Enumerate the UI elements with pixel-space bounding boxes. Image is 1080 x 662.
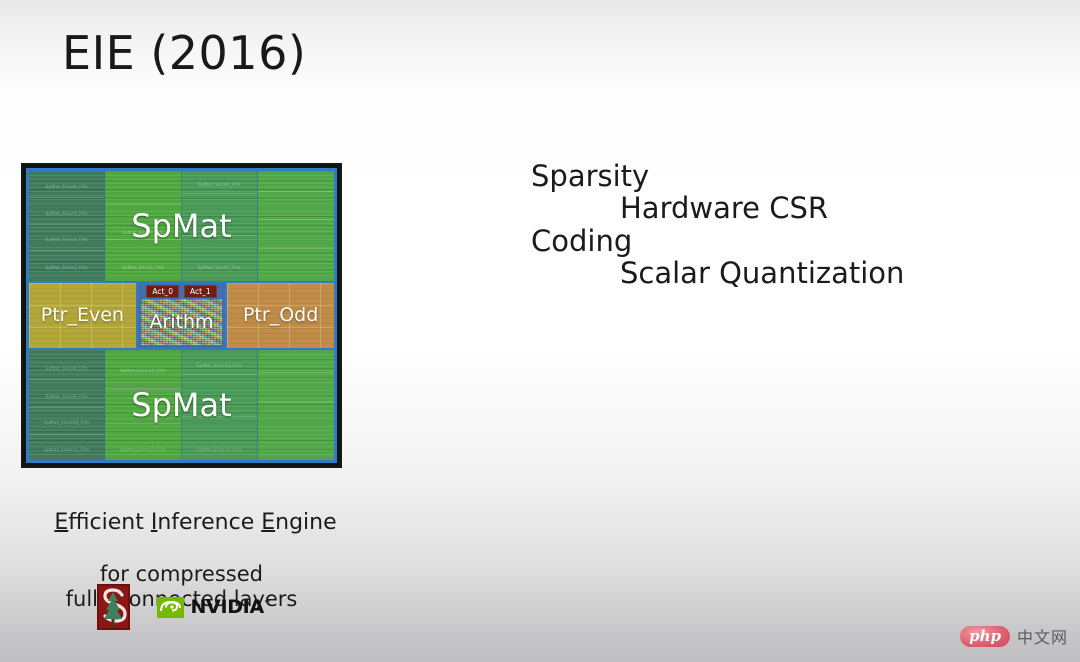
micro-label: SpMat_Slice4_Fifo: [121, 230, 164, 236]
watermark: php 中文网: [960, 624, 1068, 648]
spmat-bottom-bank-0: SpMat_Slice8_Fifo SpMat_Slice9_Fifo SpMa…: [29, 350, 106, 460]
chip-inner-frame: SpMat_Slice0_Fifo SpMat_Slice1_Fifo SpMa…: [26, 168, 337, 463]
micro-label: SpMat_Slice2_Fifo: [45, 236, 88, 242]
note-line-hardware-csr: Hardware CSR: [620, 191, 829, 225]
spmat-top-bank-2: SpMat_Slice6_Fifo SpMat_Slice7_Fifo: [181, 171, 258, 281]
nvidia-logo: NVIDIA™: [157, 596, 271, 618]
micro-label: SpMat_Slice0_Fifo: [45, 184, 88, 190]
micro-label: SpMat_Slice1_Fifo: [45, 210, 88, 216]
php-badge: php: [960, 625, 1010, 647]
micro-label: SpMat_Slice10_Fifo: [44, 420, 90, 426]
micro-label: SpMat_Slice9_Fifo: [45, 394, 88, 400]
spmat-top-row: SpMat_Slice0_Fifo SpMat_Slice1_Fifo SpMa…: [29, 171, 334, 281]
micro-label: SpMat_Slice13_Fifo: [120, 446, 166, 452]
spmat-bottom-bank-1: SpMat_Slice12_Fifo SpMat_Slice13_Fifo: [105, 350, 182, 460]
logo-row: NVIDIA™: [21, 582, 342, 632]
spmat-bottom-bank-2: SpMat_Slice14_Fifo SpMat_Slice15_Fifo: [181, 350, 258, 460]
caption-underline-e2: E: [261, 510, 276, 535]
note-line-coding: Coding: [531, 224, 633, 258]
micro-label: SpMat_Slice11_Fifo: [44, 446, 90, 452]
micro-label: SpMat_Slice14_Fifo: [196, 363, 242, 369]
nvidia-eye-icon: [157, 596, 185, 618]
micro-label: SpMat_Slice8_Fifo: [45, 365, 88, 371]
spmat-bottom-bank-3: [257, 350, 334, 460]
notes-block: Sparsity Hardware CSR Coding Scalar Quan…: [531, 160, 904, 289]
micro-label: SpMat_Slice3_Fifo: [45, 265, 88, 271]
ptr-even-block: Ptr_Even: [29, 282, 136, 349]
nvidia-wordmark: NVIDIA™: [190, 596, 271, 618]
chip-middle-row: Ptr_Even Act_0 Act_1 Arithm Ptr_Odd: [29, 280, 334, 351]
arithm-core-texture: Arithm: [140, 298, 223, 346]
caption-line-1: Efficient Inference Engine: [21, 484, 342, 562]
ptr-odd-block: Ptr_Odd: [227, 282, 334, 349]
spmat-bottom-row: SpMat_Slice8_Fifo SpMat_Slice9_Fifo SpMa…: [29, 350, 334, 460]
caption-underline-e1: E: [54, 510, 69, 535]
page-title: EIE (2016): [62, 26, 307, 80]
caption-text-3: ngine: [275, 510, 337, 535]
act-badge-row: Act_0 Act_1: [141, 284, 223, 298]
micro-label: SpMat_Slice5_Fifo: [121, 265, 164, 271]
chip-die-figure: SpMat_Slice0_Fifo SpMat_Slice1_Fifo SpMa…: [21, 163, 342, 468]
watermark-chinese-text: 中文网: [1016, 628, 1068, 647]
act-0-badge: Act_0: [146, 284, 179, 298]
ptr-even-label: Ptr_Even: [40, 304, 124, 327]
caption-text-2: nference: [157, 510, 262, 535]
micro-label: SpMat_Slice12_Fifo: [120, 367, 166, 373]
spmat-top-bank-3: [257, 171, 334, 281]
note-line-scalar-quantization: Scalar Quantization: [620, 256, 905, 290]
ptr-odd-label: Ptr_Odd: [242, 304, 319, 327]
micro-label: SpMat_Slice6_Fifo: [197, 181, 241, 187]
arithm-block: Act_0 Act_1 Arithm: [135, 282, 228, 349]
micro-label: SpMat_Slice15_Fifo: [196, 446, 242, 452]
caption-text-1: fficient: [68, 510, 151, 535]
act-1-badge: Act_1: [184, 284, 217, 298]
arithm-label: Arithm: [149, 310, 214, 333]
nvidia-trademark: ™: [263, 599, 271, 608]
chip-outer-frame: SpMat_Slice0_Fifo SpMat_Slice1_Fifo SpMa…: [21, 163, 342, 468]
note-line-sparsity: Sparsity: [531, 159, 650, 193]
micro-label: SpMat_Slice7_Fifo: [197, 265, 241, 271]
spmat-top-bank-0: SpMat_Slice0_Fifo SpMat_Slice1_Fifo SpMa…: [29, 171, 106, 281]
stanford-logo: [92, 582, 135, 632]
spmat-top-bank-1: SpMat_Slice4_Fifo SpMat_Slice5_Fifo: [105, 171, 182, 281]
